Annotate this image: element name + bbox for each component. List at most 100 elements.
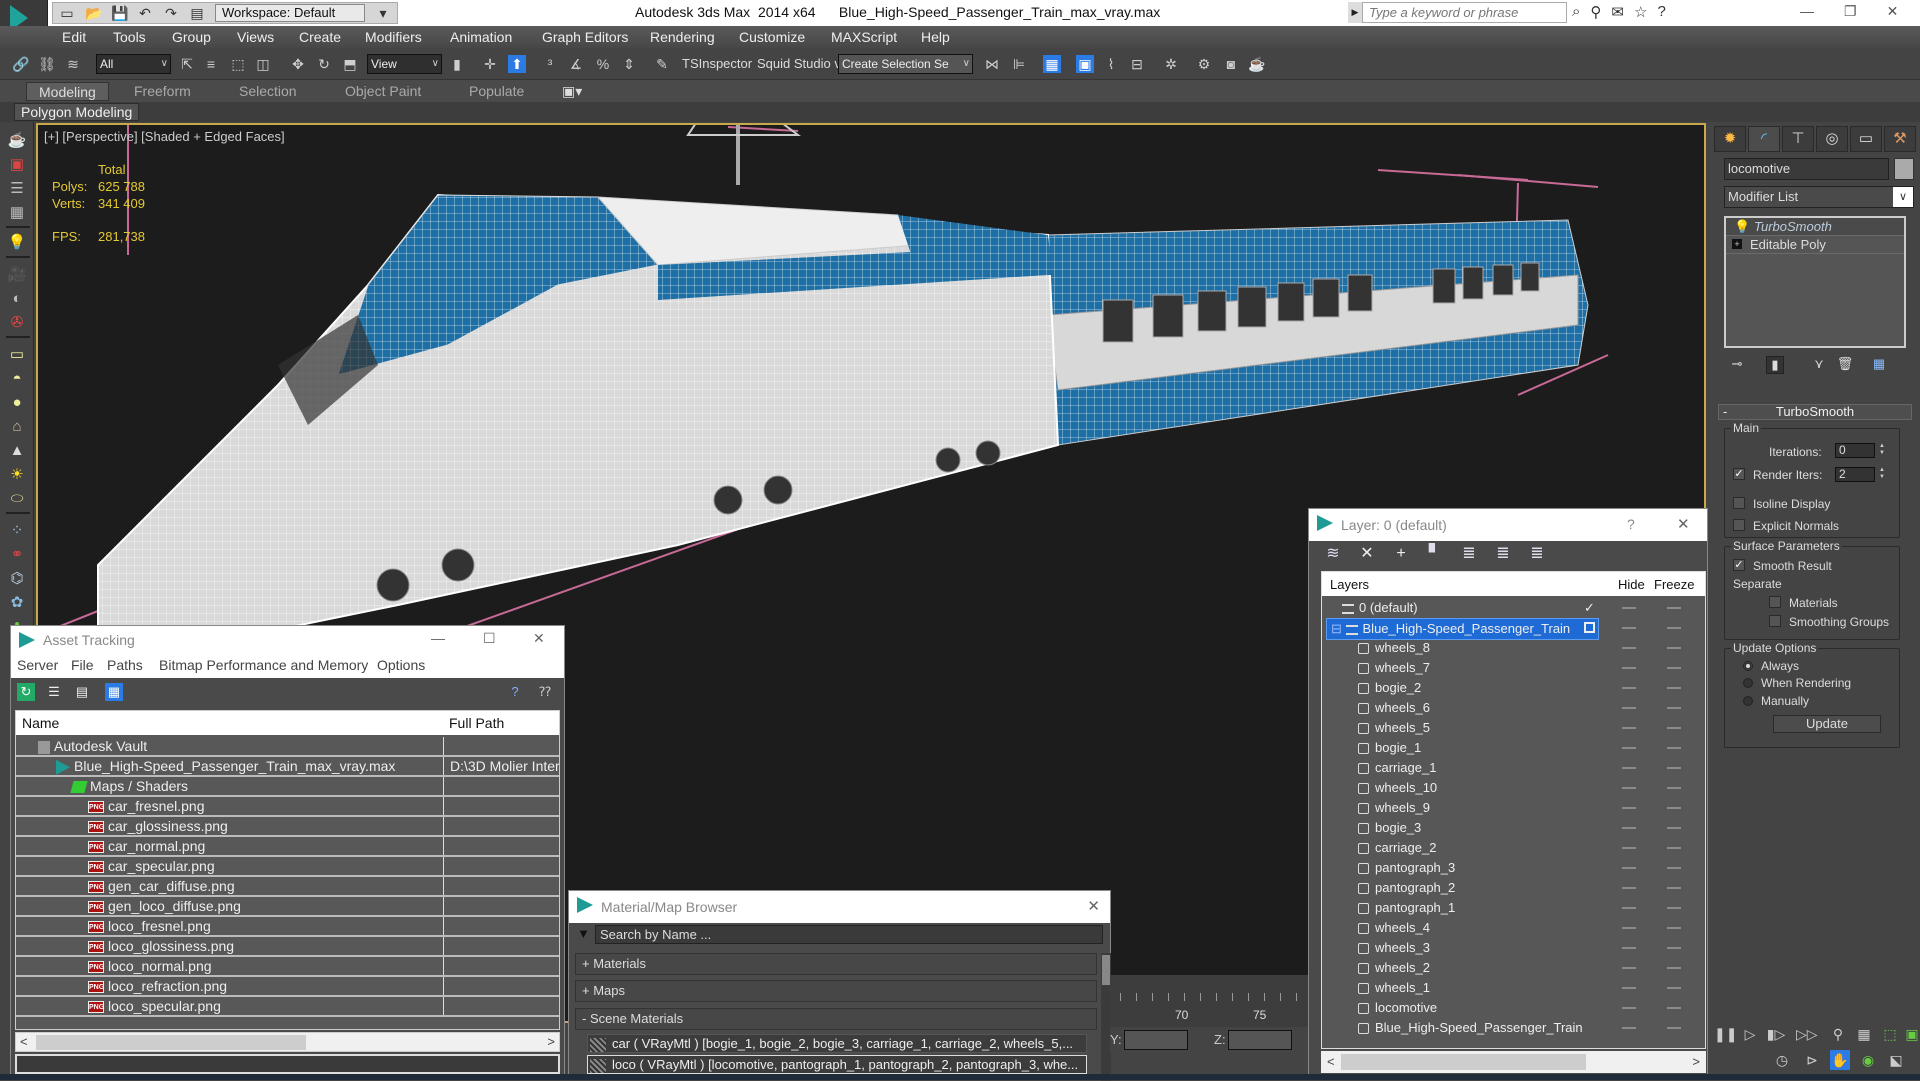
orbit-icon[interactable]: ◉ [1858,1050,1878,1070]
freeze-toggle[interactable] [1667,787,1681,789]
subscription-icon[interactable]: ⚲ [1590,3,1601,21]
menu-graph-editors[interactable]: Graph Editors [542,29,628,45]
sphere-light-icon[interactable]: ● [7,394,27,412]
scroll-thumb[interactable] [1102,955,1110,985]
open-file-icon[interactable]: 📂 [85,5,102,21]
highlight-layer-icon[interactable]: ≣ [1459,544,1479,564]
thumbnail-view-icon[interactable]: ▤ [73,683,91,701]
mirror-icon[interactable]: ⋈ [983,55,1001,73]
motion-tab-icon[interactable]: ◎ [1816,126,1848,152]
pin-stack-icon[interactable]: ⊸ [1728,356,1746,374]
configure-modifier-sets-icon[interactable]: ▦ [1870,356,1888,374]
film-reel-icon[interactable]: ✇ [7,314,27,332]
hide-toggle[interactable] [1622,787,1636,789]
mesh-light-icon[interactable]: ⌂ [7,418,27,436]
column-layers[interactable]: Layers [1330,577,1369,592]
whats-this-icon[interactable]: ⁇ [536,683,554,701]
smooth-result-checkbox[interactable]: ✓ [1733,559,1745,571]
restore-icon[interactable]: ❐ [1844,3,1857,20]
create-layer-icon[interactable]: ≋ [1323,544,1343,564]
horizontal-scrollbar[interactable]: < > [15,1032,560,1052]
ribbon-tab-modeling[interactable]: Modeling [26,82,109,101]
viewport-label[interactable]: [+] [Perspective] [Shaded + Edged Faces] [44,129,285,144]
communication-icon[interactable]: ✉ [1611,3,1624,21]
asset-row[interactable]: PNG car_specular.png [16,857,559,877]
asset-row[interactable]: PNG car_fresnel.png [16,797,559,817]
separate-materials-checkbox[interactable] [1769,596,1781,608]
freeze-toggle[interactable] [1667,867,1681,869]
menu-group[interactable]: Group [172,29,211,45]
new-file-icon[interactable]: ▭ [59,5,75,21]
close-icon[interactable]: ✕ [1087,897,1100,915]
layer-object-row[interactable]: Blue_High-Speed_Passenger_Train [1322,1018,1705,1038]
make-unique-icon[interactable]: ⋎ [1810,356,1828,374]
keyboard-shortcut-override-icon[interactable]: ⬆ [508,55,526,73]
scroll-left-icon[interactable]: < [1327,1054,1335,1069]
freeze-toggle[interactable] [1667,607,1681,609]
menu-paths[interactable]: Paths [107,657,143,673]
layer-object-row[interactable]: wheels_5 [1322,718,1705,738]
z-coord-field[interactable] [1228,1030,1292,1050]
freeze-toggle[interactable] [1667,667,1681,669]
scroll-left-icon[interactable]: < [20,1034,28,1049]
grid-list-icon[interactable]: ▦ [7,204,27,222]
layer-object-row[interactable]: bogie_1 [1322,738,1705,758]
layer-object-row[interactable]: wheels_10 [1322,778,1705,798]
spinner-arrows-icon[interactable]: ▲ ▼ [1877,467,1887,482]
layer-object-row[interactable]: pantograph_3 [1322,858,1705,878]
asset-row[interactable]: Autodesk Vault [16,737,559,757]
menu-modifiers[interactable]: Modifiers [365,29,422,45]
ies-light-icon[interactable]: ⬭ [7,490,27,508]
next-frame-icon[interactable]: ▮▷ [1766,1024,1786,1044]
hide-toggle[interactable] [1622,627,1636,629]
layer-object-row[interactable]: carriage_2 [1322,838,1705,858]
rect-selection-icon[interactable]: ⬚ [229,55,247,73]
hide-toggle[interactable] [1622,747,1636,749]
menu-server[interactable]: Server [17,657,58,673]
hide-toggle[interactable] [1622,707,1636,709]
utilities-tab-icon[interactable]: ⚒ [1884,126,1916,152]
freeze-toggle[interactable] [1667,887,1681,889]
freeze-toggle[interactable] [1667,627,1681,629]
teapot-icon[interactable]: ☕ [7,132,27,150]
material-item-loco[interactable]: loco ( VRayMtl ) [locomotive, pantograph… [587,1055,1087,1074]
render-setup-icon[interactable]: ⚙ [1195,55,1213,73]
hide-toggle[interactable] [1622,1007,1636,1009]
menu-edit[interactable]: Edit [62,29,86,45]
scene-list-icon[interactable]: ☰ [7,180,27,198]
workspace-dropdown[interactable]: Workspace: Default [215,4,365,22]
sun-icon[interactable]: ☀ [7,466,27,484]
horizontal-scrollbar[interactable]: < > [1321,1051,1706,1073]
timeline-ruler[interactable]: 70 75 [1110,975,1310,1027]
menu-tools[interactable]: Tools [113,29,146,45]
asset-tracking-titlebar[interactable]: Asset Tracking — ☐ ✕ [11,626,564,654]
update-always-radio[interactable] [1743,661,1753,671]
minimize-icon[interactable]: — [1800,3,1814,20]
asset-row[interactable]: PNG loco_refraction.png [16,977,559,997]
asset-row[interactable]: PNG loco_fresnel.png [16,917,559,937]
hide-toggle[interactable] [1622,967,1636,969]
layer-object-row[interactable]: wheels_6 [1322,698,1705,718]
minimize-icon[interactable]: — [431,630,445,646]
move-icon[interactable]: ✥ [289,55,307,73]
hide-toggle[interactable] [1622,667,1636,669]
close-icon[interactable]: ✕ [1887,3,1899,20]
grid-plane-icon[interactable]: ⁘ [7,522,27,540]
maximize-viewport-icon[interactable]: ⬕ [1886,1050,1906,1070]
hide-toggle[interactable] [1622,767,1636,769]
lightbulb-icon[interactable]: 💡 [1734,218,1750,235]
scroll-thumb[interactable] [36,1035,306,1050]
zoom-all-icon[interactable]: ▦ [1854,1024,1874,1044]
freeze-toggle[interactable] [1667,987,1681,989]
scale-icon[interactable]: ⬒ [341,55,359,73]
hide-toggle[interactable] [1622,927,1636,929]
layer-object-row[interactable]: wheels_7 [1322,658,1705,678]
menu-maxscript[interactable]: MAXScript [831,29,897,45]
spot-light-icon[interactable]: ▲ [7,442,27,460]
stack-item-editable-poly[interactable]: + Editable Poly [1726,236,1904,254]
polygon-modeling-panel[interactable]: Polygon Modeling [14,103,140,121]
reference-coord-dropdown[interactable]: View ∨ [367,54,442,74]
named-selection-sets-dropdown[interactable]: Create Selection Se ∨ [838,54,973,74]
layer-object-row[interactable]: pantograph_1 [1322,898,1705,918]
layer-object-row[interactable]: carriage_1 [1322,758,1705,778]
